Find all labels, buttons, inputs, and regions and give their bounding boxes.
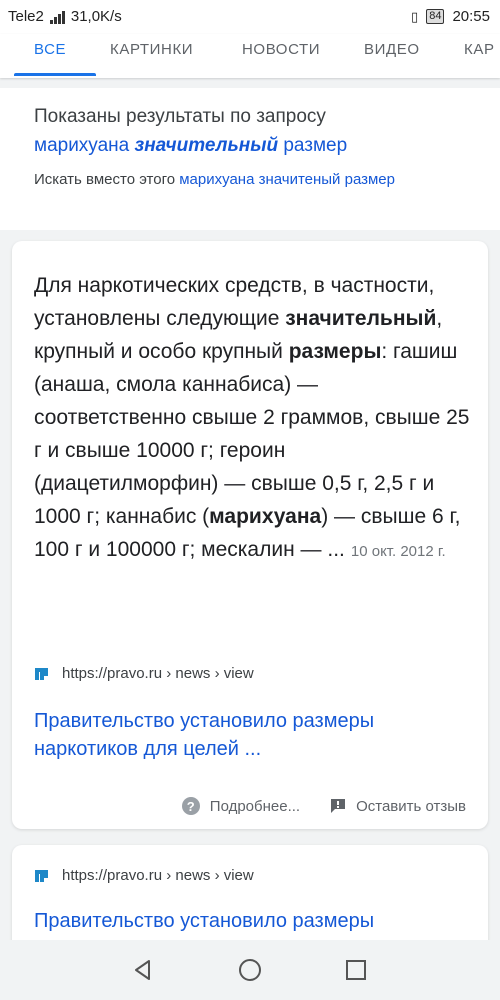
query-word: марихуана xyxy=(34,135,130,156)
result-source[interactable]: https://pravo.ru › news › view xyxy=(34,665,254,682)
original-query-link[interactable]: марихуана значитеный размер xyxy=(179,171,395,188)
snippet-text: : гашиш (анаша, смола каннабиса) — соотв… xyxy=(34,340,470,528)
featured-snippet-card: Для наркотических средств, в частности, … xyxy=(12,241,488,829)
showing-results-label: Показаны результаты по запросу xyxy=(34,106,326,127)
pravo-favicon-icon xyxy=(34,868,50,884)
home-icon[interactable] xyxy=(238,958,262,982)
network-speed: 31,0K/s xyxy=(70,8,122,25)
navigation-bar xyxy=(0,940,500,1000)
battery-icon: 84 xyxy=(426,9,445,24)
snippet-highlight: марихуана xyxy=(209,505,322,528)
tab-maps[interactable]: КАР xyxy=(464,41,495,58)
recents-icon[interactable] xyxy=(344,958,368,982)
vibrate-icon: ▯ xyxy=(411,8,419,24)
search-instead-label: Искать вместо этого xyxy=(34,171,176,188)
back-icon[interactable] xyxy=(131,958,155,982)
clock: 20:55 xyxy=(452,8,490,25)
snippet-footer: ? Подробнее... Оставить отзыв xyxy=(181,797,466,815)
spelling-correction: Показаны результаты по запросу марихуана… xyxy=(0,88,500,230)
help-icon: ? xyxy=(181,797,200,815)
more-info-label: Подробнее... xyxy=(209,797,301,815)
carrier-name: Tele2 xyxy=(8,8,44,25)
corrected-query-link[interactable]: марихуана значительный размер xyxy=(34,135,347,157)
snippet-body: Для наркотических средств, в частности, … xyxy=(34,274,469,561)
tab-news[interactable]: НОВОСТИ xyxy=(242,41,320,58)
status-bar: Tele2 31,0K/s ▯ 84 20:55 xyxy=(0,0,500,34)
result-title-link[interactable]: Правительство установило размеры xyxy=(34,907,464,935)
source-url: https://pravo.ru › news › view xyxy=(62,867,254,884)
tab-images[interactable]: КАРТИНКИ xyxy=(110,41,193,58)
more-info-button[interactable]: ? Подробнее... xyxy=(181,797,301,815)
tab-all[interactable]: ВСЕ xyxy=(34,41,66,58)
feedback-button[interactable]: Оставить отзыв xyxy=(330,798,466,815)
result-source[interactable]: https://pravo.ru › news › view xyxy=(34,867,254,884)
snippet-highlight: размеры xyxy=(288,340,382,363)
pravo-favicon-icon xyxy=(34,666,50,682)
active-tab-indicator xyxy=(14,73,96,76)
result-title-link[interactable]: Правительство установило размеры наркоти… xyxy=(34,707,464,763)
query-corrected-word: значительный xyxy=(134,135,279,156)
signal-icon xyxy=(49,10,65,24)
feedback-icon xyxy=(331,799,346,813)
snippet-highlight: значительный xyxy=(285,307,437,330)
feedback-label: Оставить отзыв xyxy=(356,797,466,815)
tab-video[interactable]: ВИДЕО xyxy=(364,41,420,58)
search-instead: Искать вместо этого марихуана значитеный… xyxy=(34,166,454,193)
query-word: размер xyxy=(283,135,348,156)
search-tabs: ВСЕ КАРТИНКИ НОВОСТИ ВИДЕО КАР xyxy=(0,34,500,78)
snippet-date: 10 окт. 2012 г. xyxy=(350,543,446,560)
featured-snippet-text: Для наркотических средств, в частности, … xyxy=(34,269,474,568)
source-url: https://pravo.ru › news › view xyxy=(62,665,254,682)
